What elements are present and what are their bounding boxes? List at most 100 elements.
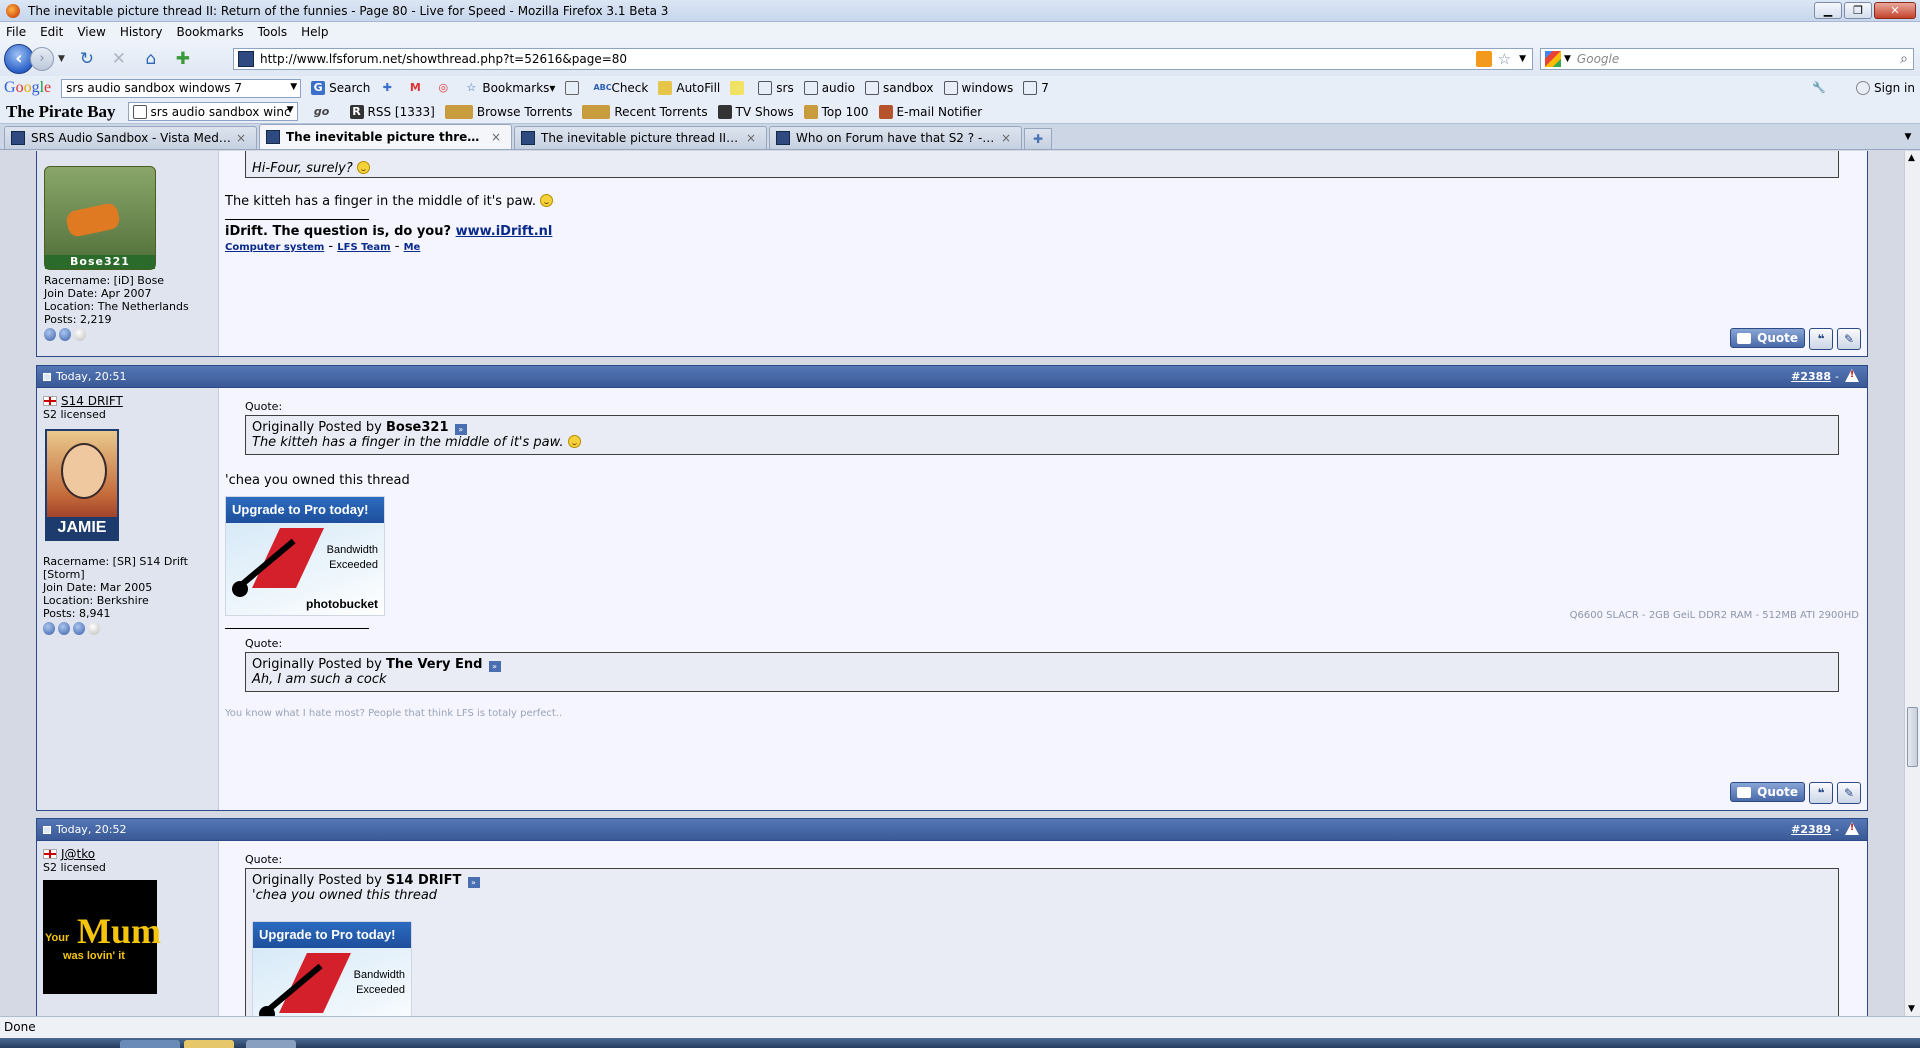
recent-torrents-button[interactable]: Recent Torrents: [582, 104, 708, 119]
report-icon[interactable]: [1845, 369, 1859, 382]
url-text[interactable]: http://www.lfsforum.net/showthread.php?t…: [260, 52, 1476, 66]
gmail-button[interactable]: M: [408, 81, 426, 95]
menu-bookmarks[interactable]: Bookmarks: [177, 25, 244, 39]
menu-file[interactable]: File: [6, 25, 26, 39]
multiquote-button[interactable]: ❝: [1809, 328, 1833, 350]
forward-button[interactable]: ›: [30, 47, 54, 71]
google-bookmarks-button[interactable]: ☆ Bookmarks▾: [464, 81, 555, 95]
view-post-icon[interactable]: »: [467, 877, 480, 888]
lfs-team-link[interactable]: LFS Team: [337, 242, 390, 253]
spellcheck-button[interactable]: ABC Check: [593, 81, 648, 95]
close-button[interactable]: ✕: [1874, 2, 1916, 19]
term-srs[interactable]: srs: [758, 81, 794, 95]
google-search-combo[interactable]: srs audio sandbox windows 7 ▼: [61, 78, 302, 98]
google-plus-button[interactable]: ✚: [380, 81, 398, 95]
view-post-icon[interactable]: »: [454, 424, 467, 435]
menu-help[interactable]: Help: [301, 25, 328, 39]
tab-picture-thread-active[interactable]: The inevitable picture thread II: R...×: [259, 124, 512, 149]
history-dropdown-icon[interactable]: ▼: [58, 54, 65, 64]
tpb-rss-button[interactable]: R RSS [1333]: [349, 104, 435, 119]
term-sandbox[interactable]: sandbox: [864, 81, 934, 95]
view-post-icon[interactable]: »: [488, 661, 501, 672]
sign-in-link[interactable]: Sign in: [1856, 81, 1915, 95]
gauge-red-zone: [252, 528, 324, 588]
quick-reply-button[interactable]: ✎: [1837, 782, 1861, 804]
search-box[interactable]: ▼ Google ⌕: [1540, 48, 1914, 70]
email-notifier-button[interactable]: E-mail Notifier: [878, 104, 982, 119]
tab-close-icon[interactable]: ×: [491, 130, 505, 144]
chevron-down-icon[interactable]: ▼: [290, 82, 297, 92]
highlight-button[interactable]: [730, 81, 748, 95]
scroll-up-icon[interactable]: ▲: [1908, 153, 1915, 163]
new-tab-button[interactable]: ✚: [1024, 128, 1052, 149]
translate-button[interactable]: [565, 81, 583, 95]
username-link[interactable]: S14 DRIFT: [61, 394, 123, 408]
tab-close-icon[interactable]: ×: [746, 131, 760, 145]
tab-picture-thread[interactable]: The inevitable picture thread II: Ret...…: [514, 126, 767, 149]
browse-torrents-button[interactable]: Browse Torrents: [444, 104, 572, 119]
url-bar[interactable]: http://www.lfsforum.net/showthread.php?t…: [233, 48, 1533, 70]
wrench-settings-button[interactable]: 🔧: [1812, 81, 1830, 95]
menu-tools[interactable]: Tools: [258, 25, 288, 39]
taskbar-button[interactable]: [184, 1040, 234, 1048]
engine-dropdown-icon[interactable]: ▼: [1564, 54, 1571, 64]
tpb-search-combo[interactable]: srs audio sandbox winc ▼: [127, 102, 298, 121]
menu-history[interactable]: History: [120, 25, 163, 39]
post-message: Quote: Originally Posted by S14 DRIFT » …: [219, 841, 1867, 1016]
reload-icon[interactable]: ↻: [76, 48, 98, 70]
tab-srs-audio[interactable]: SRS Audio Sandbox - Vista Media C... ×: [4, 126, 257, 149]
tpb-logo[interactable]: The Pirate Bay: [6, 102, 116, 122]
search-input[interactable]: Google: [1577, 52, 1900, 66]
menu-view[interactable]: View: [77, 25, 105, 39]
taskbar-button[interactable]: [246, 1040, 296, 1048]
post-number-link[interactable]: #2389: [1791, 823, 1831, 836]
me-link[interactable]: Me: [404, 242, 421, 253]
tab-close-icon[interactable]: ×: [236, 131, 250, 145]
add-bookmark-icon[interactable]: ✚: [172, 48, 194, 70]
maximize-button[interactable]: ❐: [1844, 2, 1872, 19]
menu-edit[interactable]: Edit: [40, 25, 63, 39]
page-scrollbar[interactable]: ▲ ▼: [1904, 151, 1920, 1016]
multiquote-button[interactable]: ❝: [1809, 782, 1833, 804]
rss-feed-icon[interactable]: [1475, 51, 1492, 67]
home-icon[interactable]: ⌂: [140, 48, 162, 70]
term-audio[interactable]: audio: [803, 81, 855, 95]
photobucket-bandwidth-image: Upgrade to Pro today! Bandwidth Exceeded …: [225, 496, 385, 616]
google-engine-icon[interactable]: [1545, 51, 1561, 67]
idrift-link[interactable]: www.iDrift.nl: [456, 224, 553, 239]
report-icon[interactable]: [1845, 822, 1859, 835]
google-search-button[interactable]: G Search: [311, 81, 370, 95]
quote-button[interactable]: Quote: [1730, 328, 1805, 348]
chevron-down-icon[interactable]: ▼: [287, 105, 294, 115]
minimize-button[interactable]: ▁: [1814, 2, 1842, 19]
autofill-button[interactable]: AutoFill: [658, 81, 720, 95]
term-7[interactable]: 7: [1023, 81, 1049, 95]
quote-button[interactable]: Quote: [1730, 782, 1805, 802]
quick-reply-button[interactable]: ✎: [1837, 328, 1861, 350]
badge-icon: [74, 328, 86, 341]
google-query[interactable]: srs audio sandbox windows 7: [66, 81, 242, 95]
computer-system-link[interactable]: Computer system: [225, 242, 324, 253]
tv-icon: [717, 104, 732, 119]
avatar-jatko: Your Mum was lovin' it: [43, 880, 161, 994]
scroll-down-icon[interactable]: ▼: [1908, 1004, 1915, 1014]
scrollbar-thumb[interactable]: [1907, 707, 1918, 767]
stop-icon[interactable]: ✕: [108, 48, 130, 70]
tv-shows-button[interactable]: TV Shows: [717, 104, 794, 119]
username-link[interactable]: J@tko: [61, 847, 95, 861]
tab-list-dropdown-icon[interactable]: ▼: [1900, 128, 1916, 146]
post-number-link[interactable]: #2388: [1791, 370, 1831, 383]
url-dropdown-icon[interactable]: ▼: [1519, 54, 1526, 64]
search-icon[interactable]: ⌕: [1900, 51, 1908, 67]
tab-close-icon[interactable]: ×: [1001, 131, 1015, 145]
join-date: Join Date: Mar 2005: [43, 581, 153, 594]
tpb-go-button[interactable]: go: [308, 105, 340, 119]
bookmark-star-icon[interactable]: ☆: [1498, 50, 1511, 68]
taskbar-button[interactable]: [120, 1040, 180, 1048]
top100-button[interactable]: Top 100: [803, 104, 869, 119]
tpb-query[interactable]: srs audio sandbox winc: [151, 105, 291, 119]
tab-who-on-forum[interactable]: Who on Forum have that S2 ? - Live...×: [769, 126, 1022, 149]
google-logo[interactable]: Google: [4, 79, 51, 97]
term-windows[interactable]: windows: [943, 81, 1013, 95]
pagerank-button[interactable]: ◎: [436, 81, 454, 95]
